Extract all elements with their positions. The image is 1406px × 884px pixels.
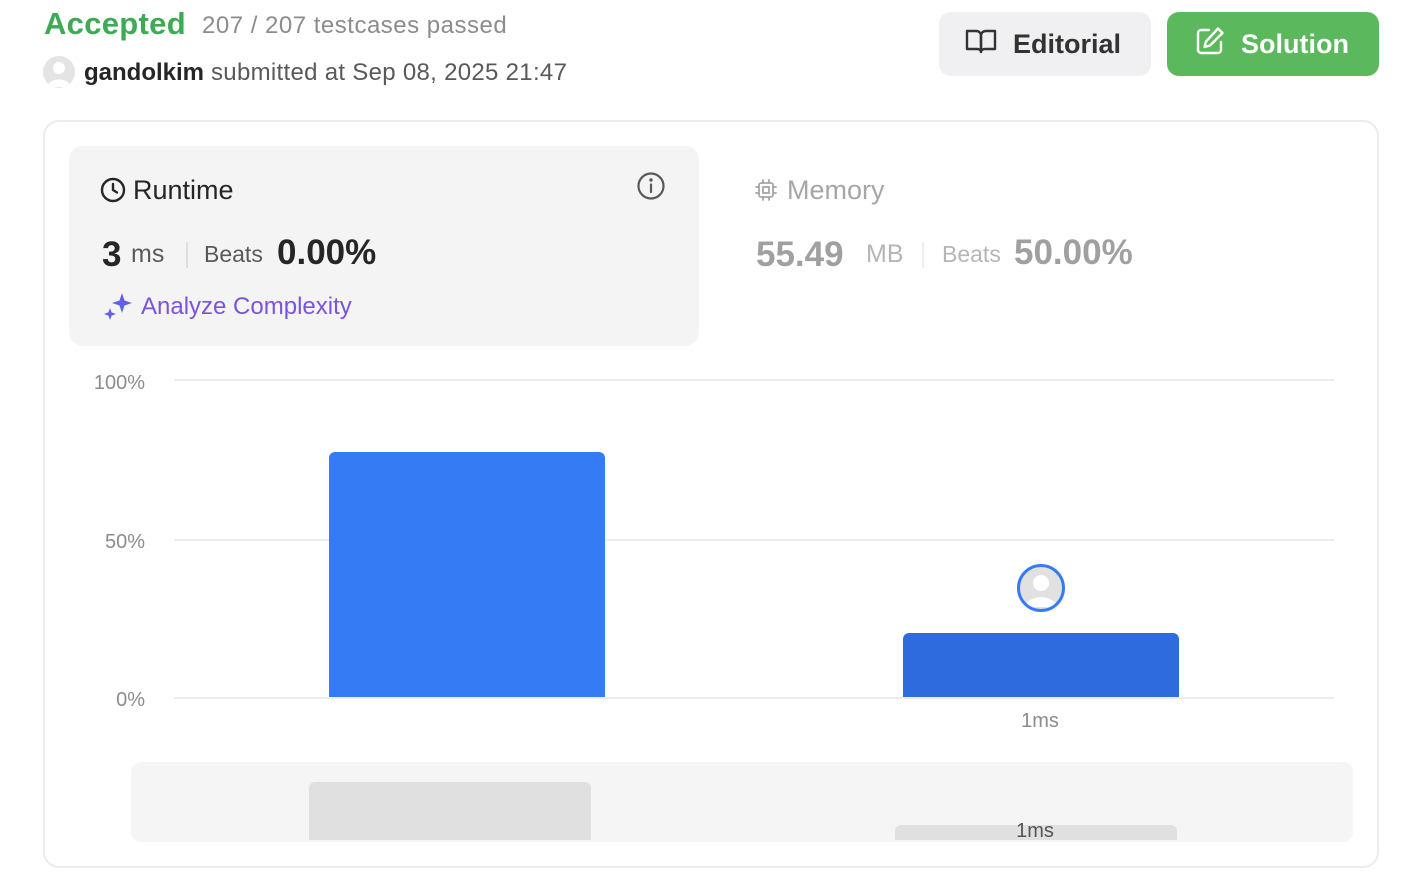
- distribution-bar[interactable]: [903, 633, 1179, 697]
- memory-unit: MB: [866, 240, 904, 268]
- memory-title[interactable]: Memory: [787, 175, 885, 206]
- sparkle-icon: [103, 292, 133, 327]
- gridline: [174, 379, 1334, 381]
- memory-value: 55.49: [756, 235, 844, 274]
- x-tick-label: 1ms: [1021, 710, 1059, 732]
- info-icon[interactable]: [636, 171, 666, 206]
- divider: [186, 242, 188, 268]
- divider: [922, 242, 924, 268]
- y-tick-label: 100%: [93, 372, 145, 394]
- editorial-label: Editorial: [1013, 28, 1122, 59]
- testcases-passed: 207 / 207 testcases passed: [202, 12, 508, 39]
- runtime-unit: ms: [131, 240, 165, 268]
- minimap-bar: [309, 782, 591, 840]
- runtime-title: Runtime: [133, 175, 234, 205]
- submitted-at: submitted at Sep 08, 2025 21:47: [211, 59, 568, 86]
- edit-icon: [1195, 26, 1225, 63]
- distribution-bar[interactable]: [329, 452, 605, 697]
- cpu-chip-icon: [754, 178, 778, 207]
- y-tick-label: 50%: [104, 531, 145, 553]
- solution-label: Solution: [1241, 28, 1349, 59]
- solution-button[interactable]: Solution: [1167, 12, 1379, 76]
- runtime-beats-value: 0.00%: [277, 233, 377, 272]
- minimap-label: 1ms: [1016, 820, 1054, 842]
- runtime-beats-label: Beats: [204, 241, 263, 267]
- clock-icon: [100, 177, 126, 208]
- status-accepted: Accepted: [44, 6, 186, 41]
- user-avatar-icon: [1017, 564, 1065, 612]
- y-tick-label: 0%: [116, 689, 145, 711]
- user-avatar-icon[interactable]: [43, 56, 75, 88]
- memory-beats-label: Beats: [942, 241, 1001, 267]
- username-link[interactable]: gandolkim: [84, 59, 204, 87]
- runtime-value: 3: [102, 235, 122, 274]
- gridline: [174, 697, 1334, 699]
- memory-beats-value: 50.00%: [1014, 233, 1133, 272]
- editorial-button[interactable]: Editorial: [939, 12, 1151, 76]
- book-open-icon: [965, 27, 997, 62]
- analyze-complexity-link[interactable]: Analyze Complexity: [141, 293, 352, 321]
